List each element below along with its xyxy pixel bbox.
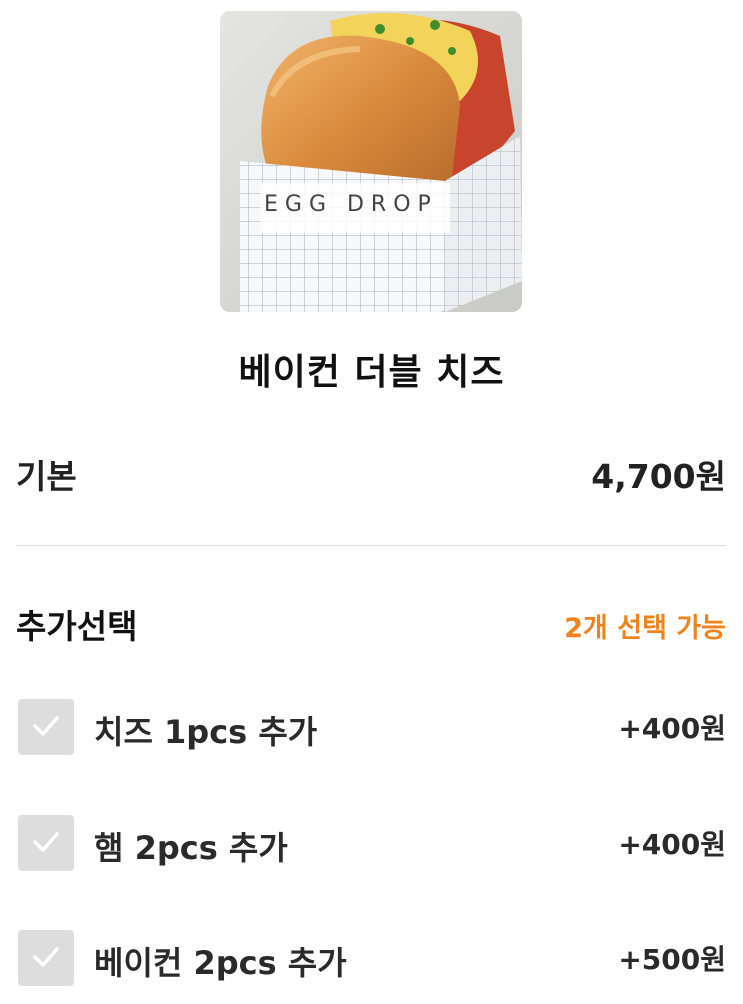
base-price-row: 기본 4,700원 (16, 450, 726, 496)
box-text: EGG DROP (264, 192, 438, 217)
check-icon (33, 716, 59, 736)
base-label: 기본 (16, 457, 77, 496)
option-checkbox[interactable] (18, 930, 74, 986)
option-label: 햄 2pcs 추가 (94, 829, 288, 867)
option-label: 베이컨 2pcs 추가 (94, 944, 347, 982)
option-checkbox[interactable] (18, 815, 74, 871)
product-title: 베이컨 더블 치즈 (238, 352, 505, 393)
base-price: 4,700원 (591, 457, 726, 496)
options-title: 추가선택 (16, 607, 138, 646)
check-icon (33, 832, 59, 852)
product-image: EGG DROP (220, 11, 522, 312)
divider (16, 545, 726, 546)
option-price: +400원 (618, 712, 726, 745)
option-label: 치즈 1pcs 추가 (94, 713, 318, 751)
option-checkbox[interactable] (18, 699, 74, 755)
option-price: +400원 (618, 828, 726, 861)
option-item-cheese[interactable]: 치즈 1pcs 추가 +400원 (16, 699, 726, 759)
options-header: 추가선택 2개 선택 가능 (16, 600, 726, 646)
option-price: +500원 (618, 943, 726, 976)
option-item-bacon[interactable]: 베이컨 2pcs 추가 +500원 (16, 930, 726, 990)
option-item-ham[interactable]: 햄 2pcs 추가 +400원 (16, 815, 726, 875)
options-hint: 2개 선택 가능 (564, 613, 726, 644)
check-icon (33, 947, 59, 967)
